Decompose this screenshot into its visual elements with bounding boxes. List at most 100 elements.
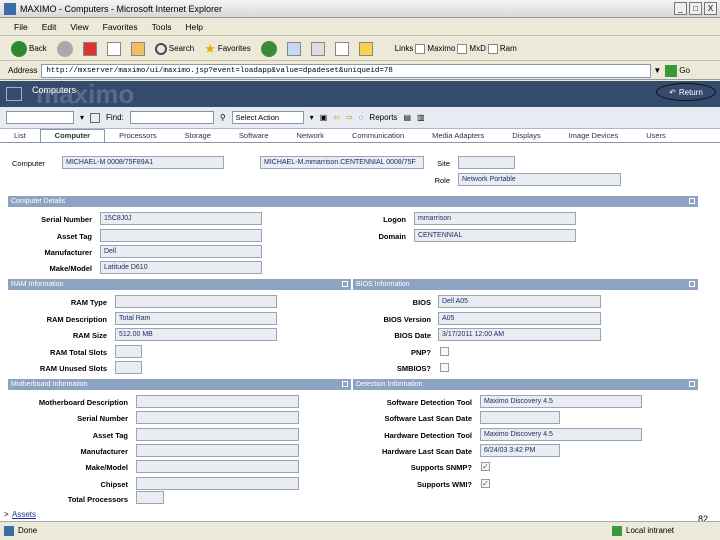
- software-detection-tool-label: Software Detection Tool: [386, 398, 472, 407]
- tab-image-devices[interactable]: Image Devices: [555, 131, 633, 142]
- link-mxd[interactable]: MxD: [469, 44, 485, 53]
- manufacturer-field[interactable]: Dell: [100, 245, 262, 258]
- return-button[interactable]: ↶ Return: [656, 83, 716, 101]
- action-dropdown-icon[interactable]: ▾: [310, 113, 314, 122]
- pnp-checkbox[interactable]: [440, 347, 449, 356]
- logon-field[interactable]: mmarrison: [414, 212, 576, 225]
- ram-unused-slots-field[interactable]: [115, 361, 142, 374]
- tab-users[interactable]: Users: [632, 131, 680, 142]
- tab-network[interactable]: Network: [283, 131, 339, 142]
- mb-manufacturer-field[interactable]: [136, 444, 299, 457]
- collapse-icon[interactable]: [342, 381, 348, 387]
- role-field[interactable]: Network Portable: [458, 173, 621, 186]
- tab-list[interactable]: List: [0, 131, 40, 142]
- computer-description-field[interactable]: MICHAEL-M.mmarrison.CENTENNIAL 0008/75F: [260, 156, 424, 169]
- print-page-icon[interactable]: ▥: [417, 113, 425, 122]
- next-icon[interactable]: ⇨: [346, 113, 353, 122]
- link-maximo[interactable]: Maximo: [427, 44, 455, 53]
- previous-icon[interactable]: ⇦: [333, 113, 340, 122]
- mb-asset-tag-field[interactable]: [136, 428, 299, 441]
- menu-tools[interactable]: Tools: [152, 22, 172, 32]
- supports-wmi-checkbox[interactable]: ✓: [481, 479, 490, 488]
- minimize-button[interactable]: _: [674, 2, 687, 15]
- site-field[interactable]: [458, 156, 515, 169]
- supports-snmp-checkbox[interactable]: ✓: [481, 462, 490, 471]
- bios-date-label: BIOS Date: [394, 331, 431, 340]
- refresh-button[interactable]: [104, 39, 124, 59]
- computer-details-section-header: Computer Details: [8, 196, 698, 207]
- tab-processors[interactable]: Processors: [105, 131, 171, 142]
- maximize-button[interactable]: □: [689, 2, 702, 15]
- menu-help[interactable]: Help: [185, 22, 202, 32]
- select-action-dropdown[interactable]: Select Action: [231, 111, 304, 124]
- find-input[interactable]: [129, 111, 214, 124]
- bios-version-field[interactable]: A05: [438, 312, 601, 325]
- address-dropdown-icon[interactable]: ▼: [653, 66, 661, 75]
- collapse-icon[interactable]: [689, 281, 695, 287]
- help-icon[interactable]: ◌: [359, 113, 364, 122]
- favorites-button[interactable]: ★ Favorites: [201, 39, 254, 59]
- new-record-icon[interactable]: [90, 112, 101, 123]
- close-button[interactable]: X: [704, 2, 717, 15]
- window-title: MAXIMO - Computers - Microsoft Internet …: [20, 3, 223, 14]
- menu-file[interactable]: File: [14, 22, 28, 32]
- tab-displays[interactable]: Displays: [498, 131, 554, 142]
- tab-software[interactable]: Software: [225, 131, 283, 142]
- software-detection-tool-field[interactable]: Maximo Discovery 4.5: [480, 395, 642, 408]
- tab-communication[interactable]: Communication: [338, 131, 418, 142]
- search-button[interactable]: Search: [152, 39, 197, 59]
- menu-view[interactable]: View: [70, 22, 88, 32]
- bios-date-field[interactable]: 3/17/2011 12:00 AM: [438, 328, 601, 341]
- motherboard-description-field[interactable]: [136, 395, 299, 408]
- make-model-field[interactable]: Latitude D610: [100, 261, 262, 274]
- tab-media-adapters[interactable]: Media Adapters: [418, 131, 498, 142]
- hardware-detection-tool-label: Hardware Detection Tool: [384, 431, 472, 440]
- menu-favorites[interactable]: Favorites: [103, 22, 138, 32]
- menu-edit[interactable]: Edit: [42, 22, 57, 32]
- tab-storage[interactable]: Storage: [171, 131, 225, 142]
- address-input[interactable]: http://mxserver/maximo/ui/maximo.jsp?eve…: [41, 63, 652, 78]
- binoculars-icon[interactable]: ⚲: [220, 113, 226, 122]
- tab-computer[interactable]: Computer: [39, 129, 106, 142]
- ram-description-field[interactable]: Total Ram: [115, 312, 277, 325]
- forward-button[interactable]: [54, 39, 76, 59]
- back-button[interactable]: Back: [8, 39, 50, 59]
- app-header: maximo Computers ↶ Return: [0, 81, 720, 109]
- history-button[interactable]: [258, 39, 280, 59]
- smbios-checkbox[interactable]: [440, 363, 449, 372]
- hardware-detection-tool-field[interactable]: Maximo Discovery 4.5: [480, 428, 642, 441]
- total-processors-field[interactable]: [136, 491, 164, 504]
- stop-button[interactable]: [80, 39, 100, 59]
- query-select[interactable]: [6, 111, 74, 124]
- go-button[interactable]: Go: [665, 64, 690, 77]
- link-ram[interactable]: Ram: [500, 44, 517, 53]
- assets-link[interactable]: Assets: [12, 510, 36, 519]
- edit-button[interactable]: [332, 39, 352, 59]
- collapse-icon[interactable]: [342, 281, 348, 287]
- computer-details-title: Computer Details: [11, 198, 66, 205]
- collapse-icon[interactable]: [689, 198, 695, 204]
- computer-field[interactable]: MICHAEL-M 0008/75F89A1: [62, 156, 224, 169]
- query-dropdown-icon[interactable]: ▾: [80, 113, 84, 122]
- mb-make-model-field[interactable]: [136, 460, 299, 473]
- serial-number-field[interactable]: 15C8J0J: [100, 212, 262, 225]
- ram-type-field[interactable]: [115, 295, 277, 308]
- collapse-icon[interactable]: [689, 381, 695, 387]
- bios-field[interactable]: Dell A05: [438, 295, 601, 308]
- chipset-field[interactable]: [136, 477, 299, 490]
- mb-serial-number-field[interactable]: [136, 411, 299, 424]
- reports-button[interactable]: Reports: [369, 113, 397, 122]
- asset-tag-field[interactable]: [100, 229, 262, 242]
- ram-total-slots-field[interactable]: [115, 345, 142, 358]
- domain-field[interactable]: CENTENNIAL: [414, 229, 576, 242]
- clipboard-icon[interactable]: ▤: [403, 113, 411, 122]
- mail-button[interactable]: [284, 39, 304, 59]
- print-button[interactable]: [308, 39, 328, 59]
- save-icon[interactable]: ▣: [320, 113, 328, 122]
- ram-size-field[interactable]: 512.00 MB: [115, 328, 277, 341]
- detection-title: Detection Information: [356, 381, 423, 388]
- hardware-last-scan-date-field[interactable]: 6/24/03 3:42 PM: [480, 444, 560, 457]
- software-last-scan-date-field[interactable]: [480, 411, 560, 424]
- folder-button[interactable]: [356, 39, 376, 59]
- home-button[interactable]: [128, 39, 148, 59]
